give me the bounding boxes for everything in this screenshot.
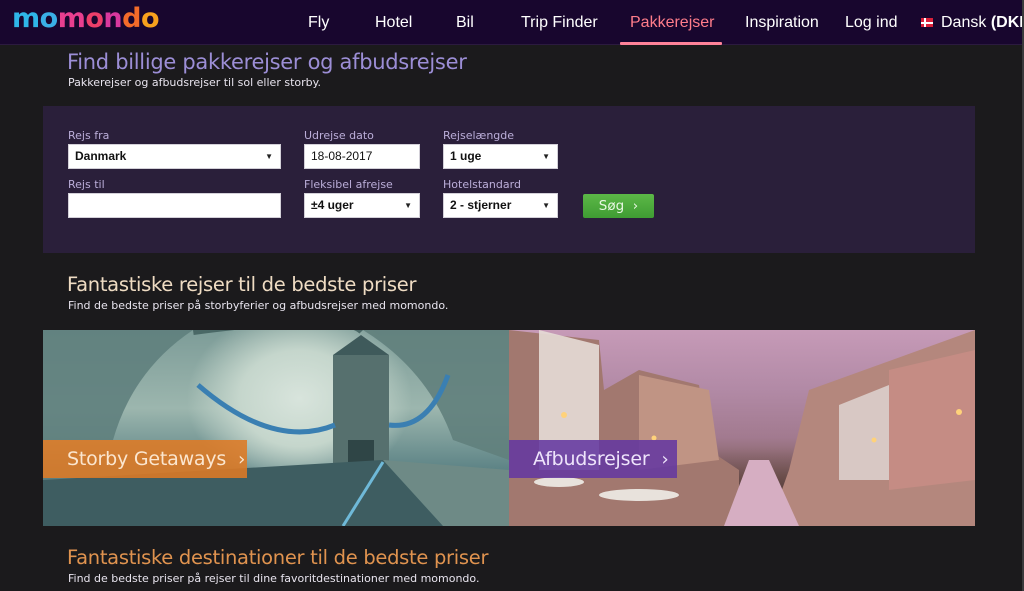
to-input[interactable] — [68, 193, 281, 218]
destinations-section-subtitle: Find de bedste priser på rejser til dine… — [68, 572, 480, 585]
language-label: Dansk — [941, 13, 987, 31]
nav-item-hotel[interactable]: Hotel — [375, 0, 412, 45]
nav-label: Inspiration — [745, 13, 819, 31]
nav-label: Fly — [308, 13, 330, 31]
from-value: Danmark — [75, 149, 127, 163]
from-label: Rejs fra — [68, 129, 110, 142]
chevron-right-icon: › — [632, 198, 639, 214]
nav-item-pakkerejser[interactable]: Pakkerejser — [620, 0, 722, 45]
card-title: Storby Getaways — [67, 448, 227, 470]
length-label: Rejselængde — [443, 129, 515, 142]
nav-item-inspiration[interactable]: Inspiration — [745, 0, 819, 45]
trip-length-select[interactable]: 1 uge ▼ — [443, 144, 558, 169]
dropdown-caret-icon: ▼ — [542, 152, 550, 161]
chevron-right-icon: › — [661, 449, 669, 470]
nav-item-fly[interactable]: Fly — [308, 0, 329, 45]
card-title: Afbudsrejser — [533, 448, 650, 470]
flex-select[interactable]: ±4 uger ▼ — [304, 193, 420, 218]
dropdown-caret-icon: ▼ — [404, 201, 412, 210]
destinations-section-title: Fantastiske destinationer til de bedste … — [67, 546, 489, 569]
to-label: Rejs til — [68, 178, 105, 191]
last-minute-deals-card[interactable]: Afbudsrejser › — [509, 330, 975, 526]
nav-label: Trip Finder — [521, 13, 598, 31]
nav-label: Log ind — [845, 13, 898, 31]
dropdown-caret-icon: ▼ — [265, 152, 273, 161]
trips-section-subtitle: Find de bedste priser på storbyferier og… — [68, 299, 449, 312]
active-tab-indicator — [620, 42, 722, 45]
flex-value: ±4 uger — [311, 198, 354, 212]
trips-section-title: Fantastiske rejser til de bedste priser — [67, 273, 417, 296]
hotel-value: 2 - stjerner — [450, 198, 512, 212]
page-title: Find billige pakkerejser og afbudsrejser — [67, 50, 467, 74]
chevron-right-icon: › — [238, 449, 246, 470]
hotel-standard-select[interactable]: 2 - stjerner ▼ — [443, 193, 558, 218]
search-button[interactable]: Søg › — [583, 194, 654, 218]
departure-date-input[interactable]: 18-08-2017 — [304, 144, 420, 169]
city-getaways-card[interactable]: Storby Getaways › — [43, 330, 509, 526]
flex-label: Fleksibel afrejse — [304, 178, 393, 191]
length-value: 1 uge — [450, 149, 482, 163]
nav-label: Pakkerejser — [630, 13, 715, 31]
hotel-label: Hotelstandard — [443, 178, 521, 191]
nav-item-car[interactable]: Bil — [456, 0, 474, 45]
logo-letter: o — [85, 3, 104, 34]
nav-item-trip-finder[interactable]: Trip Finder — [521, 0, 598, 45]
page-subtitle: Pakkerejser og afbudsrejser til sol elle… — [68, 76, 322, 89]
city-getaways-label[interactable]: Storby Getaways › — [43, 440, 247, 478]
top-navigation-bar: momondo Fly Hotel Bil Trip Finder Pakker… — [0, 0, 1024, 45]
logo-letter: o — [140, 3, 160, 34]
logo-letter: o — [39, 3, 59, 34]
language-selector[interactable]: Dansk (DKK) — [921, 0, 1024, 45]
package-search-form: Rejs fra Danmark ▼ Rejs til Udrejse dato… — [43, 106, 975, 253]
nav-item-login[interactable]: Log ind — [845, 0, 898, 45]
logo-letter: n — [103, 3, 123, 34]
dropdown-caret-icon: ▼ — [542, 201, 550, 210]
momondo-logo[interactable]: momondo — [12, 3, 160, 34]
logo-letter: m — [57, 3, 86, 34]
from-select[interactable]: Danmark ▼ — [68, 144, 281, 169]
milan-canal-image — [509, 330, 975, 526]
currency-label: (DKK) — [990, 13, 1024, 31]
search-button-label: Søg — [598, 198, 625, 214]
date-label: Udrejse dato — [304, 129, 374, 142]
tower-bridge-image — [43, 330, 509, 526]
logo-letter: d — [122, 3, 141, 34]
last-minute-deals-label[interactable]: Afbudsrejser › — [509, 440, 677, 478]
denmark-flag-icon — [921, 18, 933, 27]
nav-label: Hotel — [375, 13, 413, 31]
logo-letter: m — [12, 3, 40, 34]
nav-label: Bil — [456, 13, 474, 31]
date-value: 18-08-2017 — [311, 149, 373, 163]
